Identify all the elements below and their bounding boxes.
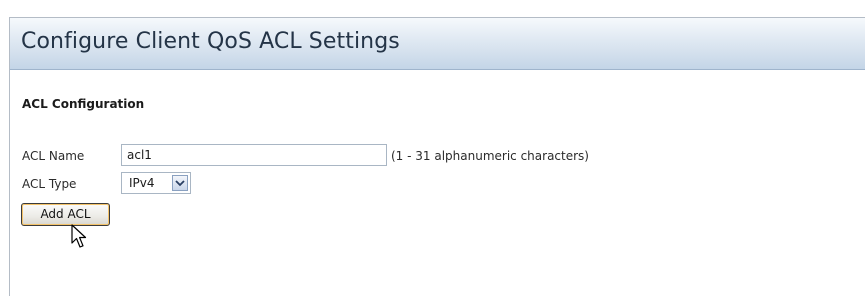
acl-name-hint: (1 - 31 alphanumeric characters) bbox=[391, 149, 589, 163]
acl-type-label: ACL Type bbox=[22, 177, 77, 191]
mouse-pointer-icon bbox=[71, 224, 87, 248]
acl-type-selected-value: IPv4 bbox=[129, 176, 155, 190]
page-header: Configure Client QoS ACL Settings bbox=[10, 18, 865, 70]
page-title: Configure Client QoS ACL Settings bbox=[21, 29, 400, 54]
section-title: ACL Configuration bbox=[22, 97, 145, 111]
settings-panel: Configure Client QoS ACL Settings ACL Co… bbox=[9, 17, 865, 296]
acl-name-input[interactable] bbox=[121, 144, 387, 166]
add-acl-button[interactable]: Add ACL bbox=[21, 203, 110, 226]
acl-name-label: ACL Name bbox=[22, 149, 85, 163]
chevron-down-icon[interactable] bbox=[172, 175, 188, 191]
acl-type-select[interactable]: IPv4 bbox=[121, 172, 191, 194]
